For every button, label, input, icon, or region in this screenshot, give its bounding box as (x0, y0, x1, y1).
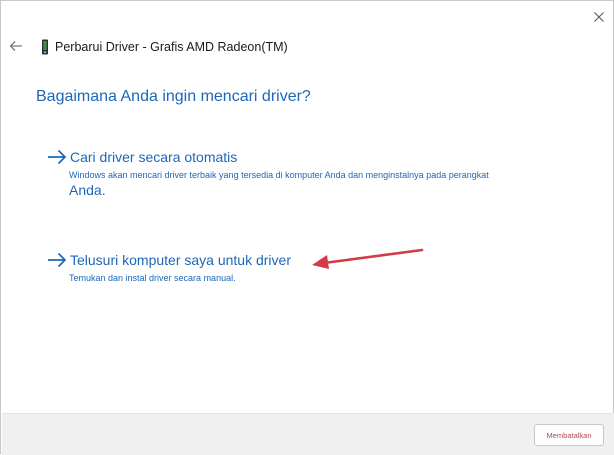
red-pointer-arrow (312, 248, 424, 269)
arrow-right-icon (48, 252, 67, 268)
browse-computer-option[interactable]: Telusuri komputer saya untuk driver Temu… (47, 252, 509, 285)
option-description: Temukan dan instal driver secara manual. (69, 273, 236, 283)
option-label: Telusuri komputer saya untuk driver (70, 252, 291, 268)
arrow-right-icon (48, 149, 67, 165)
close-button[interactable] (589, 7, 609, 27)
search-automatically-option[interactable]: Cari driver secara otomatis Windows akan… (47, 149, 509, 198)
update-driver-dialog: Perbarui Driver - Grafis AMD Radeon(TM) … (0, 0, 614, 455)
dialog-title-bar: Perbarui Driver - Grafis AMD Radeon(TM) (39, 38, 288, 56)
page-heading: Bagaimana Anda ingin mencari driver? (36, 88, 311, 105)
option-label: Cari driver secara otomatis (70, 149, 238, 165)
device-driver-icon (42, 39, 48, 55)
cancel-button[interactable]: Membatalkan (534, 424, 604, 446)
back-button[interactable] (7, 37, 25, 55)
dialog-footer: Membatalkan (2, 413, 614, 455)
back-arrow-icon (9, 41, 22, 51)
option-description-tail: Anda. (69, 182, 106, 198)
dialog-title: Perbarui Driver - Grafis AMD Radeon(TM) (55, 40, 288, 54)
close-icon (594, 12, 604, 22)
option-description: Windows akan mencari driver terbaik yang… (69, 170, 489, 180)
